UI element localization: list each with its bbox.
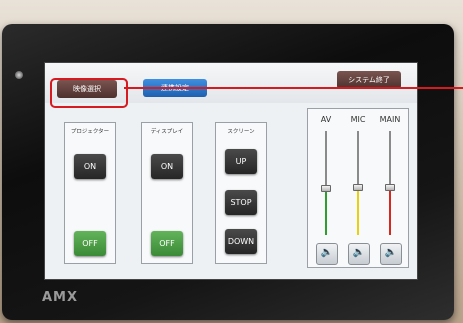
main-label: MAIN <box>379 115 401 124</box>
av-mute-button[interactable]: 🔈 <box>316 243 338 265</box>
av-slider-knob[interactable] <box>321 185 331 193</box>
speaker-icon: 🔈 <box>320 247 334 258</box>
speaker-icon: 🔈 <box>384 247 398 258</box>
mic-slider-knob[interactable] <box>353 184 363 192</box>
main-mute-button[interactable]: 🔈 <box>380 243 402 265</box>
callout-highlight-box <box>50 78 128 108</box>
projector-off-button[interactable]: OFF <box>74 231 106 256</box>
projector-on-button[interactable]: ON <box>74 154 106 179</box>
main-slider-track[interactable] <box>389 131 391 235</box>
camera-icon <box>15 71 23 79</box>
screen-stop-button[interactable]: STOP <box>225 190 257 215</box>
callout-pointer-line <box>124 87 463 89</box>
mic-label: MIC <box>350 115 366 124</box>
mic-slider-track[interactable] <box>357 131 359 235</box>
projector-title: プロジェクター <box>70 129 110 135</box>
screen-title: スクリーン <box>227 129 255 135</box>
display-panel: ディスプレイ ON OFF <box>141 122 193 264</box>
av-label: AV <box>320 115 332 124</box>
screen-panel: スクリーン UP STOP DOWN <box>215 122 267 264</box>
main-level-fill <box>389 187 391 235</box>
av-slider-track[interactable] <box>325 131 327 235</box>
display-title: ディスプレイ <box>150 129 184 135</box>
audio-panel: AV MIC MAIN 🔈 🔈 🔈 <box>307 108 409 268</box>
mic-mute-button[interactable]: 🔈 <box>348 243 370 265</box>
screen-up-button[interactable]: UP <box>225 149 257 174</box>
av-level-fill <box>325 188 327 235</box>
main-slider-knob[interactable] <box>385 184 395 192</box>
display-off-button[interactable]: OFF <box>151 231 183 256</box>
screen-down-button[interactable]: DOWN <box>225 229 257 254</box>
speaker-icon: 🔈 <box>352 247 366 258</box>
mic-level-fill <box>357 187 359 235</box>
brand-logo: AMX <box>42 290 79 305</box>
display-on-button[interactable]: ON <box>151 154 183 179</box>
projector-panel: プロジェクター ON OFF <box>64 122 116 264</box>
